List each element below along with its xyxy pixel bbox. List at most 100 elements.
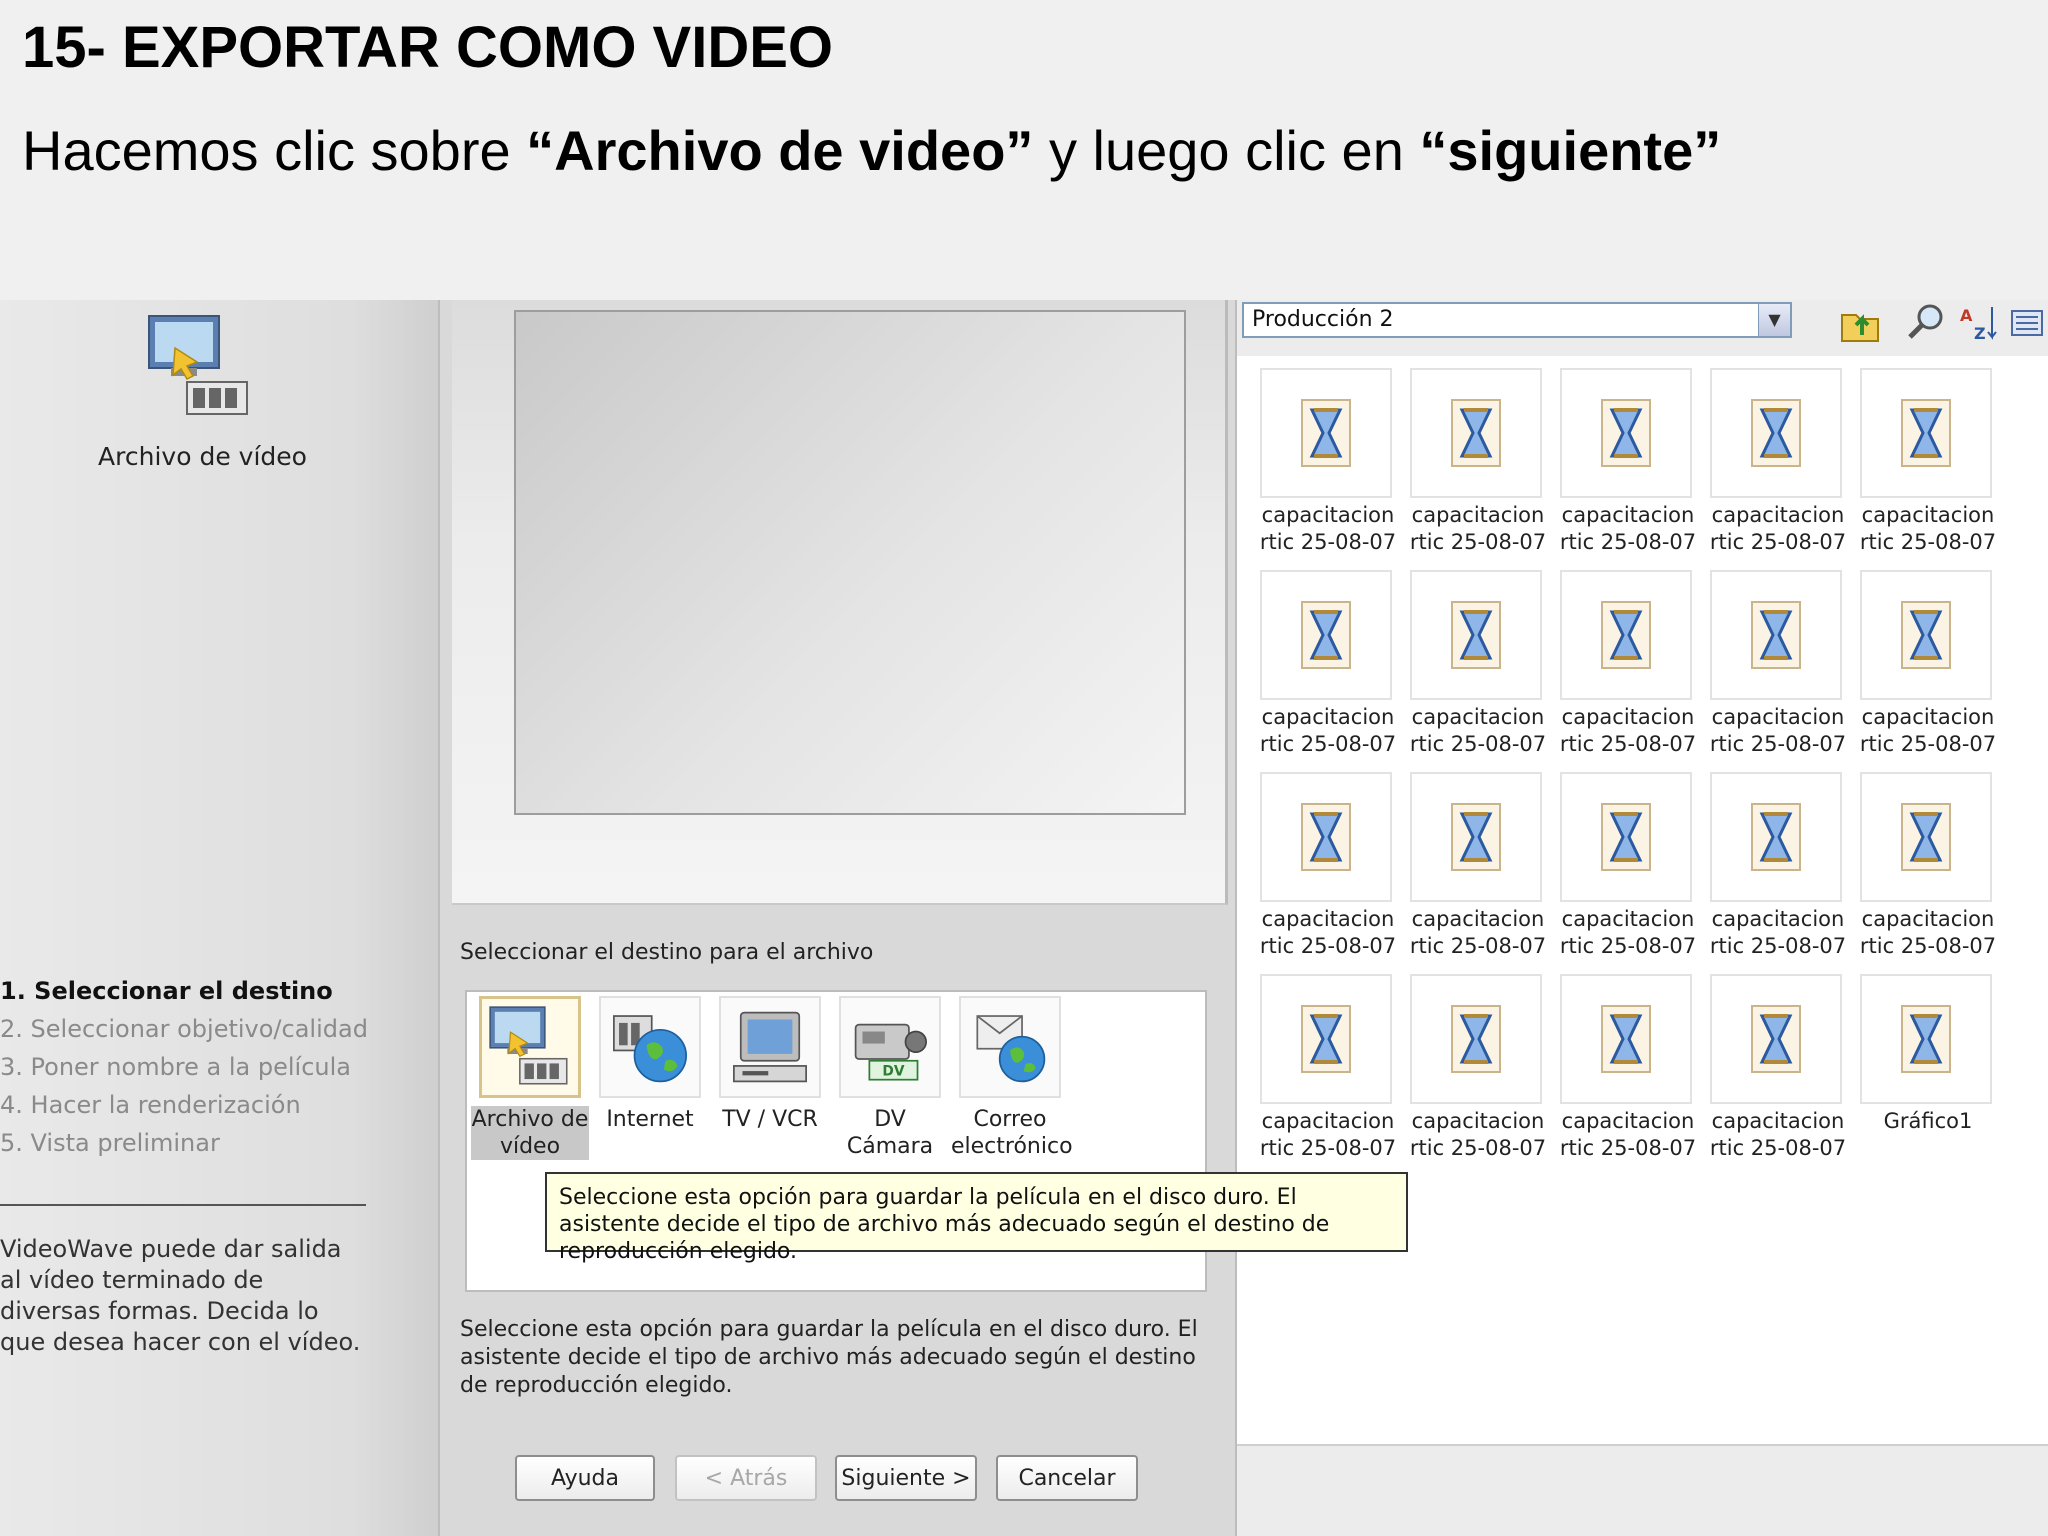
hourglass-icon [1410,368,1542,498]
media-item-line1: capacitacion [1711,705,1845,729]
media-item-line2: rtic 25-08-07 [1709,1136,1847,1160]
folder-dropdown[interactable]: Producción 2 ▼ [1242,302,1792,338]
hourglass-icon [1710,974,1842,1104]
destination-text: TV / VCR [711,1106,829,1133]
cancel-button[interactable]: Cancelar [996,1455,1138,1501]
media-item[interactable]: capacitacion rtic 25-08-07 [1557,974,1707,1174]
destination-line2: electrónico [951,1134,1073,1159]
media-item-line2: rtic 25-08-07 [1559,530,1697,554]
media-item-line1: capacitacion [1861,907,1995,931]
media-item-line2: rtic 25-08-07 [1709,934,1847,958]
library-status-strip [1237,1444,2048,1536]
media-item[interactable]: capacitacion rtic 25-08-07 [1407,570,1557,770]
media-item[interactable]: capacitacion rtic 25-08-07 [1707,974,1857,1174]
media-item-line2: rtic 25-08-07 [1859,530,1997,554]
destination-line2: vídeo [499,1134,561,1159]
media-item-label: capacitacion rtic 25-08-07 [1399,1108,1557,1162]
media-item-line2: rtic 25-08-07 [1409,934,1547,958]
help-button[interactable]: Ayuda [515,1455,655,1501]
hourglass-icon [1710,772,1842,902]
media-item-label: capacitacion rtic 25-08-07 [1699,1108,1857,1162]
media-item[interactable]: capacitacion rtic 25-08-07 [1407,772,1557,972]
selected-destination-caption: Archivo de vídeo [98,442,307,471]
divider [0,1204,366,1206]
media-item-line2: rtic 25-08-07 [1259,732,1397,756]
media-item[interactable]: capacitacion rtic 25-08-07 [1857,368,2007,568]
media-item[interactable]: capacitacion rtic 25-08-07 [1557,772,1707,972]
folder-up-icon[interactable] [1837,300,1883,346]
destination-dv-camera[interactable]: DV DV Cámara [831,992,949,1160]
media-item[interactable]: capacitacion rtic 25-08-07 [1407,974,1557,1174]
destination-text: Archivo de vídeo [471,1106,589,1160]
destination-tv-vcr[interactable]: TV / VCR [711,992,829,1133]
media-item-line1: capacitacion [1561,503,1695,527]
tooltip: Seleccione esta opción para guardar la p… [545,1172,1408,1264]
sort-az-icon[interactable]: A Z [1955,300,2001,346]
destination-email[interactable]: Correo electrónico [951,992,1073,1160]
destination-description: Seleccione esta opción para guardar la p… [460,1317,1198,1398]
hourglass-icon [1560,570,1692,700]
media-item[interactable]: capacitacion rtic 25-08-07 [1257,974,1407,1174]
hourglass-icon [1710,570,1842,700]
chevron-down-icon[interactable]: ▼ [1758,304,1790,336]
media-item[interactable]: capacitacion rtic 25-08-07 [1857,570,2007,770]
slide-title: 15- EXPORTAR COMO VIDEO [22,15,834,80]
media-item[interactable]: capacitacion rtic 25-08-07 [1557,570,1707,770]
media-item-label: capacitacion rtic 25-08-07 [1699,906,1857,960]
hourglass-icon [1260,570,1392,700]
folder-name: Producción 2 [1252,307,1394,332]
media-item[interactable]: Gráfico1 [1857,974,2007,1174]
svg-text:DV: DV [882,1063,904,1079]
svg-text:Z: Z [1974,324,1986,343]
media-item-label: Gráfico1 [1849,1108,2007,1135]
zoom-search-icon[interactable] [1903,300,1949,346]
next-button[interactable]: Siguiente > [835,1455,977,1501]
media-item-line1: capacitacion [1411,1109,1545,1133]
media-item[interactable]: capacitacion rtic 25-08-07 [1857,772,2007,972]
subtitle-emphasis-archivo: “Archivo de video” [526,119,1034,182]
media-item[interactable]: capacitacion rtic 25-08-07 [1707,570,1857,770]
media-item[interactable]: capacitacion rtic 25-08-07 [1257,772,1407,972]
video-file-icon [145,312,255,422]
email-icon [959,996,1061,1098]
media-item-label: capacitacion rtic 25-08-07 [1549,704,1707,758]
hourglass-icon [1860,974,1992,1104]
destination-video-file[interactable]: Archivo de vídeo [471,992,589,1160]
hourglass-icon [1860,570,1992,700]
view-mode-icon[interactable] [2005,300,2048,346]
media-item-line1: Gráfico1 [1883,1109,1973,1133]
destination-line1: TV / VCR [722,1107,818,1132]
media-item-line1: capacitacion [1861,705,1995,729]
destination-internet[interactable]: Internet [591,992,709,1133]
media-item-label: capacitacion rtic 25-08-07 [1549,1108,1707,1162]
hourglass-icon [1410,974,1542,1104]
media-item[interactable]: capacitacion rtic 25-08-07 [1407,368,1557,568]
slide-subtitle: Hacemos clic sobre “Archivo de video” y … [22,118,1721,183]
media-item-line1: capacitacion [1561,1109,1695,1133]
hourglass-icon [1560,772,1692,902]
media-item-line2: rtic 25-08-07 [1409,732,1547,756]
media-item-label: capacitacion rtic 25-08-07 [1249,502,1407,556]
media-item-label: capacitacion rtic 25-08-07 [1249,906,1407,960]
media-item-line2: rtic 25-08-07 [1559,934,1697,958]
media-item[interactable]: capacitacion rtic 25-08-07 [1707,772,1857,972]
media-item[interactable]: capacitacion rtic 25-08-07 [1557,368,1707,568]
media-library-pane: Producción 2 ▼ A Z capacitacion rtic 25-… [1235,300,2048,1536]
wizard-steps: 1. Seleccionar el destino 2. Seleccionar… [0,972,368,1162]
media-item[interactable]: capacitacion rtic 25-08-07 [1707,368,1857,568]
media-item-line2: rtic 25-08-07 [1259,1136,1397,1160]
media-item-label: capacitacion rtic 25-08-07 [1249,704,1407,758]
hourglass-icon [1710,368,1842,498]
destination-text: DV Cámara [831,1106,949,1160]
app-screenshot: Archivo de vídeo 1. Seleccionar el desti… [0,300,2048,1536]
media-item-line2: rtic 25-08-07 [1709,530,1847,554]
hourglass-icon [1260,974,1392,1104]
media-item-line1: capacitacion [1261,907,1395,931]
media-item-label: capacitacion rtic 25-08-07 [1249,1108,1407,1162]
destination-line1: Internet [606,1107,694,1132]
destination-text: Internet [591,1106,709,1133]
media-item[interactable]: capacitacion rtic 25-08-07 [1257,570,1407,770]
media-item[interactable]: capacitacion rtic 25-08-07 [1257,368,1407,568]
back-button[interactable]: < Atrás [675,1455,817,1501]
media-item-line2: rtic 25-08-07 [1559,1136,1697,1160]
